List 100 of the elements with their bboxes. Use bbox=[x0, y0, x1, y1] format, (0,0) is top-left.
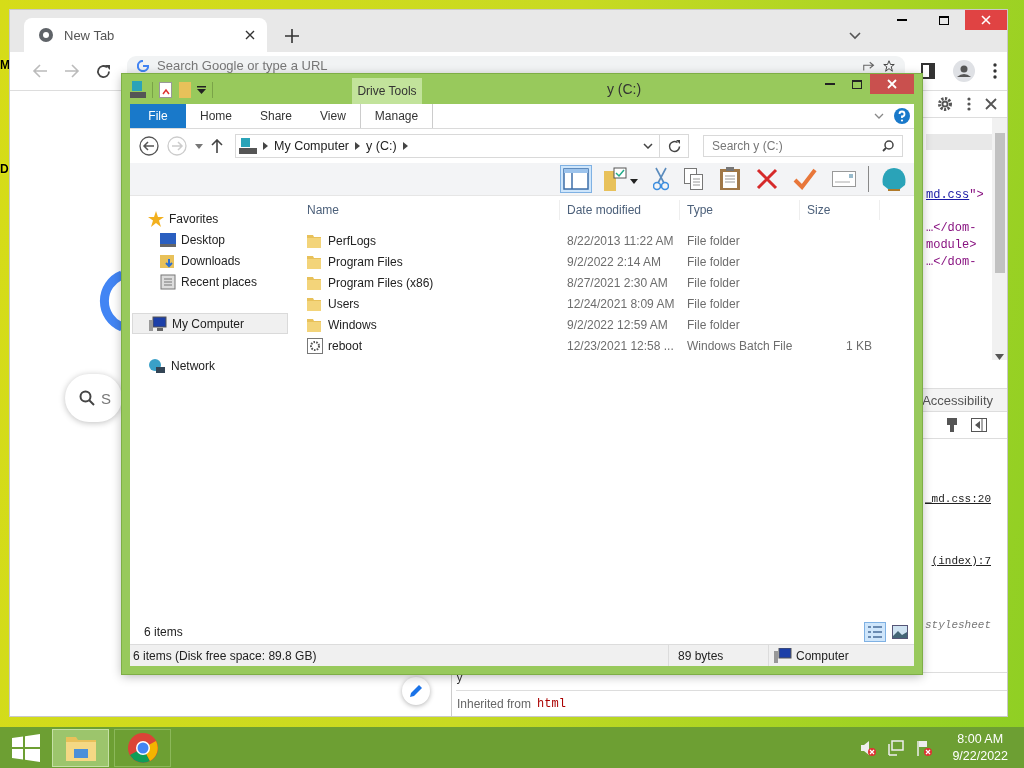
search-field[interactable]: Search y (C:) bbox=[703, 135, 903, 157]
drive-icon[interactable] bbox=[130, 81, 146, 99]
nav-item[interactable]: Downloads bbox=[130, 250, 300, 271]
share-icon[interactable] bbox=[863, 59, 875, 72]
type-cell-text: File folder bbox=[686, 275, 741, 290]
ribbon-tab[interactable]: Home bbox=[186, 104, 246, 128]
code-text: …</dom- bbox=[926, 255, 977, 269]
toolbar-button[interactable] bbox=[560, 165, 592, 193]
avatar-icon[interactable] bbox=[953, 60, 975, 82]
file-name[interactable]: Program Files bbox=[328, 254, 403, 269]
row-highlight bbox=[926, 134, 992, 150]
speaker-muted-icon[interactable] bbox=[860, 739, 877, 756]
checkmark-icon bbox=[793, 168, 817, 190]
date-cell-text: 8/27/2021 2:30 AM bbox=[566, 275, 669, 290]
nav-item[interactable]: My Computer bbox=[132, 313, 288, 334]
column-header[interactable]: Name bbox=[300, 200, 560, 220]
file-name[interactable]: reboot bbox=[328, 338, 363, 353]
scrollbar[interactable] bbox=[992, 118, 1007, 360]
date-cell-text: 12/24/2021 8:09 AM bbox=[566, 296, 676, 311]
address-field[interactable]: My Computer y (C:) bbox=[235, 134, 689, 158]
recent-dropdown-icon[interactable] bbox=[195, 143, 203, 149]
type-cell-text: File folder bbox=[686, 233, 741, 248]
close-icon[interactable] bbox=[985, 98, 997, 110]
column-header[interactable]: Size bbox=[800, 200, 880, 220]
breadcrumb-arrow-icon bbox=[263, 142, 268, 150]
downloads-folder-icon bbox=[160, 252, 176, 269]
nav-item[interactable]: Recent places bbox=[130, 271, 300, 292]
desktop-icon bbox=[160, 232, 176, 247]
clipboard-icon bbox=[719, 167, 741, 191]
devtools-tab[interactable]: Accessibility bbox=[922, 392, 993, 408]
settings-icon[interactable] bbox=[937, 96, 953, 112]
chevron-down-icon[interactable] bbox=[849, 32, 861, 40]
column-header[interactable]: Date modified bbox=[560, 200, 680, 220]
close-button[interactable] bbox=[870, 74, 914, 94]
chevron-down-icon bbox=[643, 143, 653, 149]
details-view-icon bbox=[867, 625, 883, 639]
ribbon-tab[interactable]: Manage bbox=[359, 104, 434, 128]
file-name[interactable]: PerfLogs bbox=[328, 233, 377, 248]
source-link[interactable]: (index):7 bbox=[931, 555, 991, 567]
browser-tab[interactable]: New Tab bbox=[24, 18, 267, 52]
toolbar-button[interactable] bbox=[601, 165, 641, 193]
desktop-icon-label[interactable]: M bbox=[0, 58, 9, 72]
new-tab-icon[interactable] bbox=[285, 29, 299, 43]
flag-alert-icon[interactable] bbox=[916, 739, 933, 756]
ribbon-tab[interactable]: File bbox=[130, 104, 186, 128]
view-button[interactable] bbox=[889, 622, 911, 642]
computer-icon bbox=[149, 315, 167, 332]
more-menu-icon[interactable] bbox=[967, 97, 971, 111]
file-name[interactable]: Windows bbox=[328, 317, 377, 332]
ribbon-tab[interactable]: Share bbox=[246, 104, 307, 128]
windows-logo-icon[interactable] bbox=[12, 733, 40, 762]
close-icon[interactable] bbox=[245, 30, 255, 40]
taskbar-button[interactable] bbox=[52, 728, 109, 767]
file-name[interactable]: Users bbox=[328, 296, 360, 311]
size-cell-text: 1 KB bbox=[845, 338, 872, 353]
nav-item[interactable]: Desktop bbox=[130, 229, 300, 250]
shell-icon bbox=[881, 167, 907, 191]
up-icon[interactable] bbox=[211, 139, 223, 153]
customize-dropdown-icon[interactable] bbox=[197, 86, 206, 94]
back-icon[interactable] bbox=[139, 136, 159, 156]
close-icon bbox=[981, 15, 991, 25]
desktop-icon-label[interactable]: D bbox=[0, 162, 9, 176]
nav-item[interactable]: Favorites bbox=[130, 208, 300, 229]
item-count: 6 items bbox=[144, 625, 183, 639]
computer-icon bbox=[239, 138, 257, 154]
source-link[interactable]: _md.css:20 bbox=[925, 493, 991, 505]
taskbar-button[interactable] bbox=[114, 728, 171, 767]
side-panel-icon[interactable] bbox=[921, 63, 935, 79]
cross-icon bbox=[756, 168, 778, 190]
refresh-icon[interactable] bbox=[667, 139, 681, 153]
search-field[interactable]: S bbox=[65, 374, 122, 422]
ribbon-tab[interactable]: View bbox=[306, 104, 360, 128]
status-text: 6 items (Disk free space: 89.8 GB) bbox=[132, 648, 318, 663]
close-icon bbox=[887, 79, 897, 89]
sidebar-toggle-icon[interactable] bbox=[971, 418, 987, 432]
folder-check-icon bbox=[604, 167, 638, 191]
scroll-down-icon bbox=[995, 354, 1004, 360]
google-logo-drawing bbox=[98, 269, 122, 333]
breadcrumb-arrow-icon bbox=[402, 142, 408, 150]
date-cell-text: 12/23/2021 12:58 ... bbox=[566, 338, 675, 353]
help-icon[interactable] bbox=[894, 108, 910, 124]
nav-item[interactable]: Network bbox=[130, 355, 300, 376]
tag-name[interactable]: html bbox=[537, 696, 566, 711]
column-header[interactable]: Type bbox=[680, 200, 800, 220]
folder-icon bbox=[307, 317, 323, 332]
breadcrumb-arrow-icon bbox=[355, 142, 361, 150]
minimize-icon bbox=[824, 82, 835, 86]
scissors-icon bbox=[653, 167, 669, 191]
customize-button[interactable] bbox=[402, 677, 430, 705]
maximize-icon bbox=[939, 15, 949, 25]
date-cell-text: 8/22/2013 11:22 AM bbox=[566, 233, 675, 248]
computer-icon bbox=[774, 647, 792, 664]
toolbar-button[interactable] bbox=[650, 165, 672, 193]
star-icon[interactable] bbox=[883, 59, 895, 72]
code-link[interactable]: md.css bbox=[926, 188, 970, 202]
expand-ribbon-icon[interactable] bbox=[874, 113, 884, 119]
reload-icon[interactable] bbox=[96, 63, 111, 79]
file-name[interactable]: Program Files (x86) bbox=[328, 275, 434, 290]
window-title: y (C:) bbox=[605, 81, 643, 97]
more-menu-icon[interactable] bbox=[993, 63, 997, 79]
